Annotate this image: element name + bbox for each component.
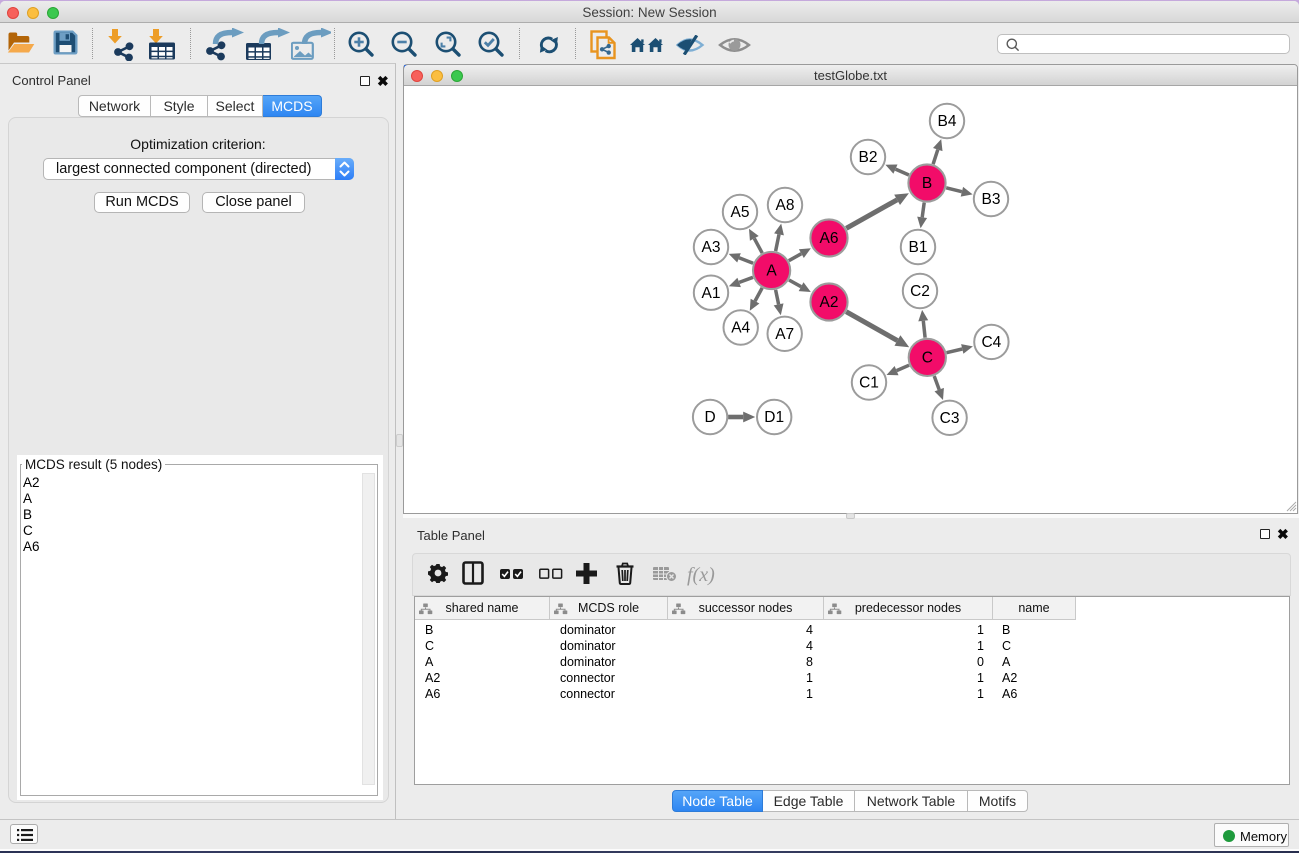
svg-text:B3: B3 xyxy=(982,191,1001,208)
svg-text:A1: A1 xyxy=(702,285,721,302)
svg-text:A5: A5 xyxy=(731,204,750,221)
svg-text:C2: C2 xyxy=(910,283,930,300)
svg-text:A6: A6 xyxy=(820,230,839,247)
svg-text:A3: A3 xyxy=(702,239,721,256)
svg-text:C1: C1 xyxy=(859,375,879,392)
svg-text:C3: C3 xyxy=(940,410,960,427)
svg-text:B1: B1 xyxy=(909,239,928,256)
svg-text:A: A xyxy=(766,263,777,280)
svg-text:D1: D1 xyxy=(764,409,784,426)
svg-text:D: D xyxy=(704,409,715,426)
svg-text:A8: A8 xyxy=(776,197,795,214)
svg-text:C4: C4 xyxy=(981,334,1001,351)
svg-text:B: B xyxy=(922,175,932,192)
svg-text:A4: A4 xyxy=(731,320,750,337)
svg-text:B4: B4 xyxy=(938,113,957,130)
svg-text:A7: A7 xyxy=(775,326,794,343)
svg-text:C: C xyxy=(922,350,933,367)
svg-text:B2: B2 xyxy=(859,149,878,166)
svg-text:f(x): f(x) xyxy=(687,564,715,586)
svg-text:A2: A2 xyxy=(820,294,839,311)
